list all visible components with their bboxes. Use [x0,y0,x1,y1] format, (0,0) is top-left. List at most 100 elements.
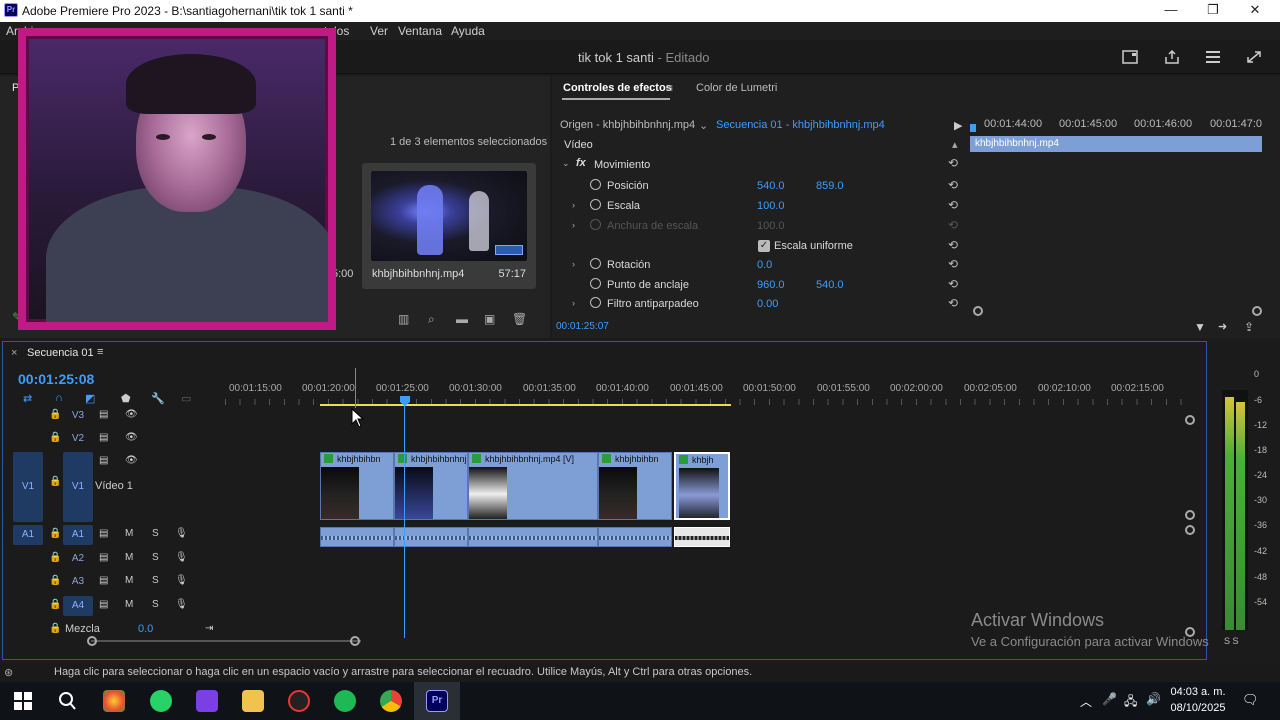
tab-sequence[interactable]: Secuencia 01 [27,347,94,359]
audio-clip[interactable] [468,527,598,547]
mini-clip-bar[interactable]: khbjhbihbnhnj.mp4 [970,136,1262,152]
sequence-clip-label[interactable]: Secuencia 01 - khbjhbihbnhnj.mp4 [716,119,885,131]
chevron-expanded-icon[interactable]: ⌄ [562,158,570,169]
menu-ventana[interactable]: Ventana [398,24,442,38]
network-icon[interactable]: 🖧 [1124,692,1137,713]
source-patch[interactable]: V1 [13,452,43,522]
app-icon[interactable] [103,690,125,712]
fx-badge[interactable]: fx [576,157,586,169]
linked-selection-icon[interactable]: ◩ [85,392,95,405]
reset-icon[interactable]: ⟲ [948,257,958,271]
reset-icon[interactable]: ⟲ [948,238,958,252]
track-label[interactable]: A2 [63,549,93,569]
sync-lock-icon[interactable]: ▤ [99,552,108,563]
file-explorer-icon[interactable] [242,690,264,712]
list-view-icon[interactable]: ▥ [398,312,412,326]
microphone-icon[interactable]: 🎤 [1102,692,1117,706]
lock-icon[interactable]: 🔒 [49,432,61,443]
scroll-handle[interactable] [1185,510,1195,520]
param-value-x[interactable]: 540.0 [757,180,785,192]
workspace-icon[interactable] [1122,49,1140,65]
sync-lock-icon[interactable]: ▤ [99,455,108,466]
track-label[interactable]: V3 [63,406,93,426]
tray-expand-icon[interactable]: ︿ [1080,693,1092,710]
solo-button[interactable]: S [152,528,159,539]
scroll-handle[interactable] [1185,525,1195,535]
wrench-icon[interactable]: 🔧 [151,392,165,405]
collapse-icon[interactable]: ▴ [952,138,958,151]
mute-button[interactable]: M [125,528,133,539]
sync-lock-icon[interactable]: ▤ [99,528,108,539]
solo-button[interactable]: S [152,552,159,563]
solo-button[interactable]: S [152,599,159,610]
stopwatch-icon[interactable] [590,179,601,190]
mix-value[interactable]: 0.0 [138,623,153,635]
tab-effect-controls[interactable]: Controles de efectos [563,82,672,94]
sync-lock-icon[interactable]: ▤ [99,575,108,586]
mini-playhead[interactable] [970,124,976,132]
source-patch[interactable]: A1 [13,525,43,545]
export-frame-icon[interactable]: ⇪ [1244,320,1254,334]
sync-lock-icon[interactable]: ▤ [99,409,108,420]
audio-clip-selected[interactable] [674,527,730,547]
restore-button[interactable]: ❐ [1198,2,1228,20]
premiere-taskbar-icon[interactable]: Pr [426,690,448,712]
mute-button[interactable]: M [125,575,133,586]
stopwatch-icon[interactable] [590,278,601,289]
minimize-button[interactable]: — [1156,2,1186,20]
param-value[interactable]: 0.0 [757,259,772,271]
lock-icon[interactable]: 🔒 [49,528,61,539]
lock-icon[interactable]: 🔒 [49,552,61,563]
menu-lines-icon[interactable] [1204,49,1222,65]
panel-menu-icon[interactable]: ≡ [97,346,103,358]
solo-button[interactable]: S [152,575,159,586]
obs-icon[interactable] [288,690,310,712]
reset-icon[interactable]: ⟲ [948,198,958,212]
windows-start-icon[interactable] [12,690,34,712]
fx-current-time[interactable]: 00:01:25:07 [556,321,609,332]
video-clip-selected[interactable]: khbjh [674,452,730,520]
folder-icon[interactable]: ▬ [456,312,470,326]
expand-arrow-icon[interactable]: › [572,298,575,308]
param-value[interactable]: 0.00 [757,298,778,310]
chat-app-icon[interactable] [196,690,218,712]
sync-lock-icon[interactable]: ▤ [99,599,108,610]
menu-ver[interactable]: Ver [370,24,388,38]
eye-icon[interactable]: 👁 [125,455,138,466]
param-value-y[interactable]: 540.0 [816,279,844,291]
reset-icon[interactable]: ⟲ [948,156,958,170]
notifications-icon[interactable]: 🗨 [1242,692,1259,708]
reset-icon[interactable]: ⟲ [948,296,958,310]
tab-lumetri-color[interactable]: Color de Lumetri [696,82,777,94]
play-only-audio-icon[interactable]: ➜ [1218,320,1227,333]
scroll-handle-right[interactable] [350,636,360,646]
chevron-down-icon[interactable]: ⌄ [699,119,708,132]
mic-icon[interactable]: 🎙 [175,599,188,610]
chrome-icon[interactable] [380,690,402,712]
play-triangle-icon[interactable]: ▶ [954,119,962,132]
param-value-x[interactable]: 960.0 [757,279,785,291]
lock-icon[interactable]: 🔒 [49,623,61,634]
go-to-end-icon[interactable]: ⇥ [205,623,213,634]
panel-menu-icon[interactable]: ≡ [666,81,673,95]
stopwatch-icon[interactable] [590,297,601,308]
timeline-timecode[interactable]: 00:01:25:08 [18,371,94,387]
playhead-line[interactable] [404,404,405,638]
menu-ayuda[interactable]: Ayuda [451,24,485,38]
eye-icon[interactable]: 👁 [125,432,138,443]
share-icon[interactable] [1163,49,1181,65]
whatsapp-icon[interactable] [150,690,172,712]
search-icon[interactable] [56,690,78,712]
fullscreen-icon[interactable] [1245,49,1263,65]
captions-icon[interactable]: ▭ [181,392,191,405]
mic-icon[interactable]: 🎙 [175,552,188,563]
clock-time[interactable]: 04:03 a. m. [1170,686,1226,698]
track-label[interactable]: V1 [63,452,93,522]
eye-icon[interactable]: 👁 [125,409,138,420]
horizontal-scrollbar[interactable] [91,640,361,642]
track-label[interactable]: A3 [63,572,93,592]
video-clip[interactable]: khbjhbihbnhnj [394,452,468,520]
scroll-handle-left[interactable] [87,636,97,646]
marker-icon[interactable]: ⬟ [121,392,131,405]
zoom-handle-right[interactable] [1252,306,1262,316]
